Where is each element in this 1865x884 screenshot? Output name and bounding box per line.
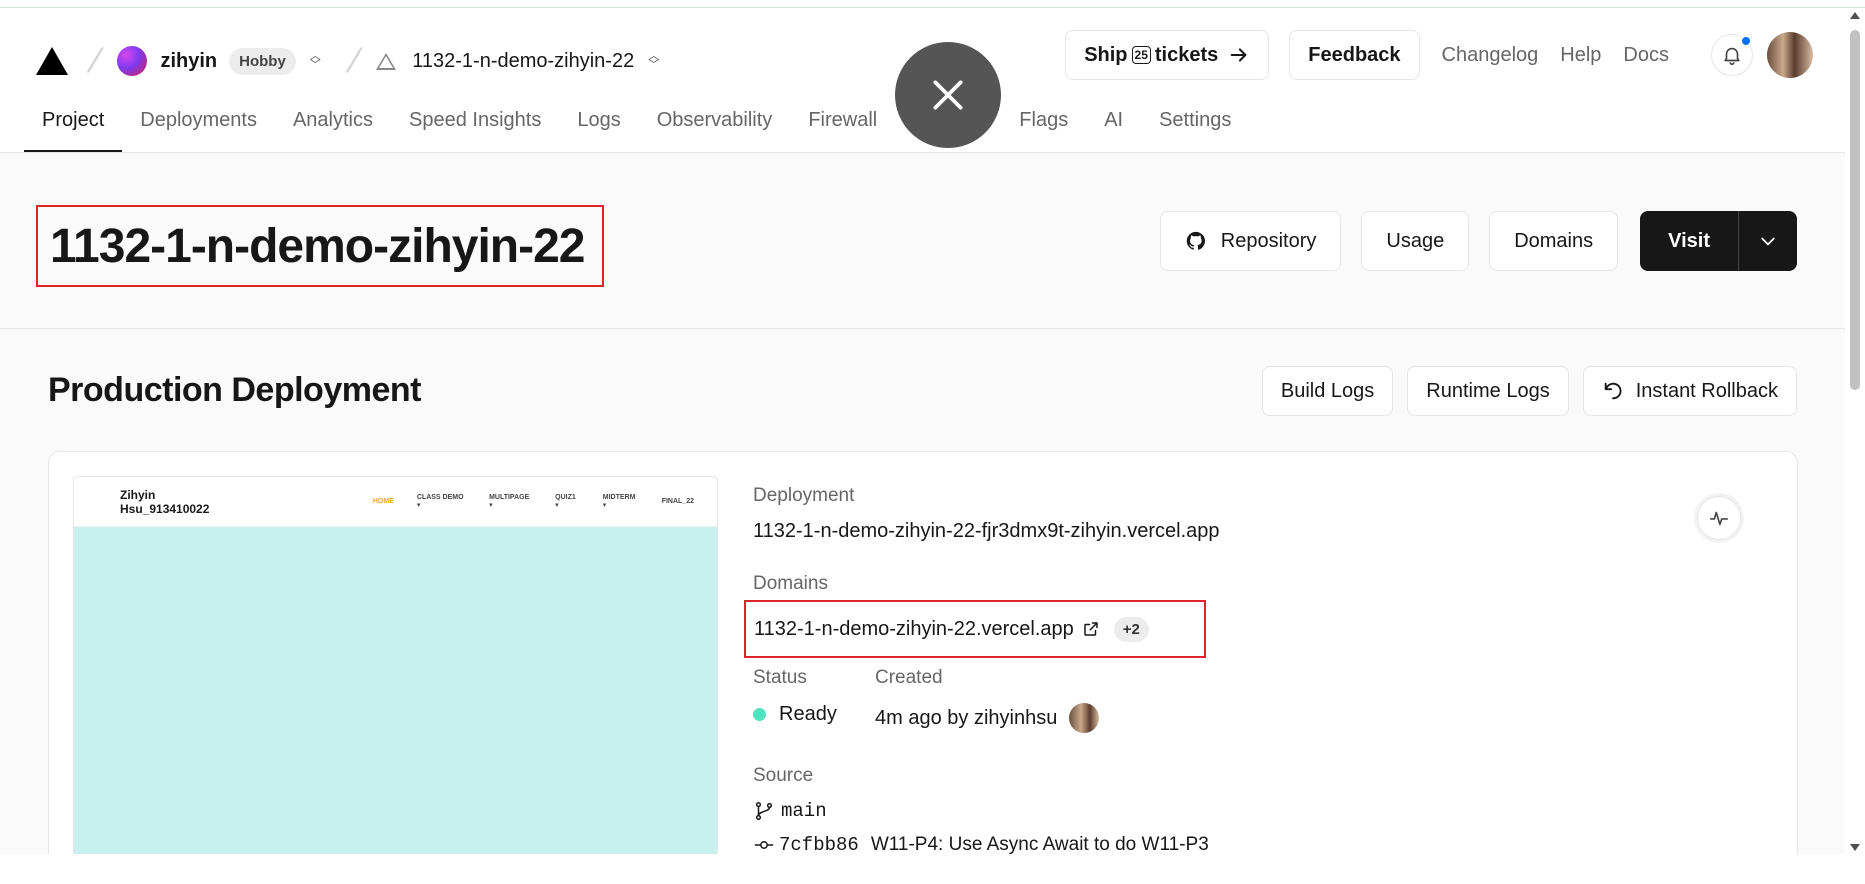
ship-count: 25 bbox=[1131, 46, 1151, 64]
domains-button[interactable]: Domains bbox=[1489, 211, 1619, 271]
more-domains-badge[interactable]: +2 bbox=[1113, 616, 1149, 642]
team-name[interactable]: zihyin bbox=[160, 50, 217, 73]
source-label: Source bbox=[753, 765, 814, 786]
activity-button[interactable] bbox=[1697, 496, 1741, 540]
preview-navbar: Zihyin Hsu_913410022 HOME CLASS DEMO ▾ M… bbox=[74, 477, 717, 527]
scroll-down-arrow-icon[interactable] bbox=[1850, 844, 1860, 851]
ship-tickets-button[interactable]: Ship 25 tickets bbox=[1065, 30, 1270, 80]
tab-flags[interactable]: Flags bbox=[1001, 108, 1086, 152]
source-commit[interactable]: 7cfbb86 W11-P4: Use Async Await to do W1… bbox=[753, 834, 1209, 856]
project-name[interactable]: 1132-1-n-demo-zihyin-22 bbox=[412, 50, 634, 73]
status-label: Status bbox=[753, 667, 807, 688]
project-title: 1132-1-n-demo-zihyin-22 bbox=[36, 205, 604, 287]
domain-highlight: 1132-1-n-demo-zihyin-22.vercel.app +2 bbox=[744, 600, 1206, 658]
ship-prefix: Ship bbox=[1084, 43, 1128, 66]
git-branch-icon bbox=[755, 802, 773, 820]
domain-link[interactable]: 1132-1-n-demo-zihyin-22.vercel.app bbox=[754, 618, 1074, 641]
visit-menu-button[interactable] bbox=[1739, 211, 1797, 271]
breadcrumb-slash: / bbox=[342, 41, 365, 80]
instant-rollback-button[interactable]: Instant Rollback bbox=[1582, 366, 1797, 416]
status-ready-dot bbox=[753, 708, 766, 721]
rollback-icon bbox=[1604, 382, 1622, 400]
scrollbar-thumb[interactable] bbox=[1850, 30, 1860, 390]
creator-avatar bbox=[1069, 703, 1100, 733]
created-value: 4m ago by zihyinhsu bbox=[875, 703, 1100, 733]
external-link-icon[interactable] bbox=[1082, 620, 1100, 638]
ship-suffix: tickets bbox=[1154, 43, 1219, 66]
scroll-up-arrow-icon[interactable] bbox=[1850, 12, 1860, 19]
vercel-logo-icon[interactable] bbox=[36, 47, 68, 75]
tab-settings[interactable]: Settings bbox=[1141, 108, 1249, 152]
changelog-link[interactable]: Changelog bbox=[1442, 44, 1539, 67]
breadcrumb-slash: / bbox=[83, 41, 106, 80]
close-icon bbox=[933, 80, 963, 110]
status-text: Ready bbox=[779, 703, 837, 725]
deployment-label: Deployment bbox=[753, 485, 855, 506]
tab-ai[interactable]: AI bbox=[1086, 108, 1141, 152]
created-label: Created bbox=[875, 667, 943, 688]
plan-badge: Hobby bbox=[229, 47, 296, 75]
help-link[interactable]: Help bbox=[1560, 44, 1601, 67]
commit-hash: 7cfbb86 bbox=[779, 834, 859, 856]
browser-top-line bbox=[0, 0, 1865, 8]
preview-nav-multipage: MULTIPAGE ▾ bbox=[489, 494, 530, 509]
preview-brand: Zihyin Hsu_913410022 bbox=[120, 487, 210, 516]
project-tabs: Project Deployments Analytics Speed Insi… bbox=[24, 108, 1249, 152]
domains-label: Domains bbox=[753, 573, 828, 594]
docs-link[interactable]: Docs bbox=[1623, 44, 1669, 67]
notifications-button[interactable] bbox=[1711, 34, 1753, 76]
bell-icon bbox=[1724, 47, 1740, 65]
preview-nav-quiz1: QUIZ1 ▾ bbox=[555, 494, 576, 509]
section-divider bbox=[0, 328, 1845, 329]
tab-observability[interactable]: Observability bbox=[639, 108, 791, 152]
preview-nav-midterm: MIDTERM ▾ bbox=[602, 494, 636, 509]
arrow-right-icon bbox=[1230, 48, 1247, 62]
team-avatar[interactable] bbox=[117, 46, 148, 76]
activity-pulse-icon bbox=[1709, 511, 1729, 526]
created-text: 4m ago by zihyinhsu bbox=[875, 706, 1058, 729]
chevron-down-icon bbox=[1761, 237, 1775, 246]
tab-analytics[interactable]: Analytics bbox=[275, 108, 391, 152]
visit-button-group: Visit bbox=[1640, 211, 1797, 271]
tab-deployments[interactable]: Deployments bbox=[122, 108, 275, 152]
feedback-button[interactable]: Feedback bbox=[1289, 30, 1420, 80]
tab-speed-insights[interactable]: Speed Insights bbox=[391, 108, 559, 152]
tab-project[interactable]: Project bbox=[24, 108, 123, 152]
preview-nav-home: HOME bbox=[372, 498, 394, 505]
deployment-card: Zihyin Hsu_913410022 HOME CLASS DEMO ▾ M… bbox=[48, 451, 1798, 884]
git-commit-icon bbox=[754, 841, 774, 849]
header-right: Ship 25 tickets Feedback Changelog Help … bbox=[1065, 30, 1845, 80]
usage-button[interactable]: Usage bbox=[1361, 211, 1470, 271]
user-avatar[interactable] bbox=[1767, 32, 1813, 78]
project-switcher-icon[interactable]: ︿ ﹀ bbox=[648, 51, 659, 71]
branch-name: main bbox=[781, 800, 827, 822]
team-switcher-icon[interactable]: ︿ ﹀ bbox=[310, 51, 321, 71]
build-logs-button[interactable]: Build Logs bbox=[1261, 366, 1394, 416]
deployment-url-link[interactable]: 1132-1-n-demo-zihyin-22-fjr3dmx9t-zihyin… bbox=[753, 520, 1220, 543]
production-deployment-title: Production Deployment bbox=[48, 371, 421, 409]
notification-dot bbox=[1740, 35, 1752, 47]
preview-nav-final: FINAL_22 bbox=[661, 498, 694, 505]
deployment-preview[interactable]: Zihyin Hsu_913410022 HOME CLASS DEMO ▾ M… bbox=[73, 476, 718, 884]
repository-button[interactable]: Repository bbox=[1159, 211, 1342, 271]
preview-nav-class-demo: CLASS DEMO ▾ bbox=[416, 494, 464, 509]
status-value: Ready bbox=[753, 703, 837, 726]
github-icon bbox=[1186, 231, 1205, 250]
commit-message: W11-P4: Use Async Await to do W11-P3 bbox=[870, 834, 1209, 855]
production-actions: Build Logs Runtime Logs Instant Rollback bbox=[1248, 366, 1797, 416]
runtime-logs-button[interactable]: Runtime Logs bbox=[1407, 366, 1569, 416]
close-overlay-button[interactable] bbox=[895, 42, 1001, 148]
project-triangle-icon bbox=[376, 52, 397, 70]
tab-logs[interactable]: Logs bbox=[559, 108, 638, 152]
repository-label: Repository bbox=[1220, 229, 1317, 252]
page-scrollbar[interactable] bbox=[1845, 8, 1865, 884]
tab-firewall[interactable]: Firewall bbox=[790, 108, 895, 152]
source-branch[interactable]: main bbox=[753, 800, 827, 822]
breadcrumb: / zihyin Hobby ︿ ﹀ / 1132-1-n-demo-zihyin… bbox=[36, 38, 687, 84]
visit-button[interactable]: Visit bbox=[1640, 211, 1739, 271]
rollback-label: Instant Rollback bbox=[1635, 379, 1778, 402]
viewport-bottom bbox=[0, 854, 1845, 884]
project-actions: Repository Usage Domains Visit bbox=[1140, 211, 1797, 271]
